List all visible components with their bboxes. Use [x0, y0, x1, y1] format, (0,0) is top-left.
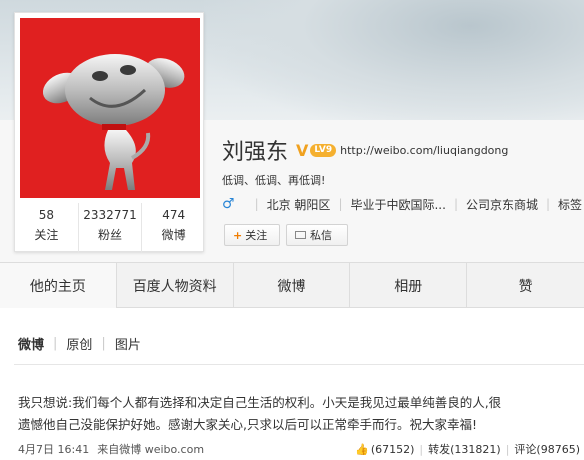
profile-name: 刘强东: [222, 140, 289, 165]
profile-tabs: 他的主页 百度人物资料 微博 相册 赞: [0, 262, 584, 309]
profile-card: 58 关注 2332771 粉丝 474 微博: [14, 12, 205, 253]
tags-label: 标签: [558, 197, 583, 212]
post-line: 我只想说:我们每个人都有选择和决定自己生活的权利。小天是我见过最单纯善良的人,很: [18, 395, 502, 410]
stat-posts[interactable]: 474 微博: [142, 203, 205, 253]
filter-images[interactable]: 图片: [115, 334, 141, 353]
stat-followers[interactable]: 2332771 粉丝: [79, 203, 143, 253]
profile-url-link[interactable]: http://weibo.com/liuqiangdong: [340, 144, 508, 157]
post-footer: 4月7日 16:41 来自微博 weibo.com 👍 (67152) | 转发…: [18, 441, 584, 457]
company-link[interactable]: 公司京东商城: [466, 196, 538, 213]
tab-weibo[interactable]: 微博: [234, 263, 351, 309]
profile-stats: 58 关注 2332771 粉丝 474 微博: [15, 203, 205, 253]
avatar[interactable]: [20, 18, 200, 198]
envelope-icon: [295, 231, 306, 239]
tab-home[interactable]: 他的主页: [0, 263, 117, 309]
cover-decoration: [204, 0, 584, 130]
stat-posts-label: 微博: [161, 228, 186, 242]
profile-meta: ♂ | 北京 朝阳区 | 毕业于中欧国际... | 公司京东商城 | 标签▼: [222, 196, 584, 212]
filter-original[interactable]: 原创: [66, 334, 92, 353]
follow-button[interactable]: + 关注: [224, 224, 280, 246]
filter-weibo[interactable]: 微博: [18, 334, 44, 353]
message-button[interactable]: 私信: [286, 224, 348, 246]
comment-link[interactable]: 评论(98765): [514, 441, 580, 457]
divider: |: [546, 197, 551, 211]
stat-following[interactable]: 58 关注: [15, 203, 79, 253]
feed: 微博 | 原创 | 图片 我只想说:我们每个人都有选择和决定自己生活的权利。小天…: [0, 308, 584, 460]
tab-album[interactable]: 相册: [350, 263, 468, 309]
post-line: 遗憾他自己没能保护好她。感谢大家关心,只求以后可以正常牵手而行。祝大家幸福!: [18, 417, 477, 432]
thumbs-up-icon[interactable]: 👍: [355, 443, 369, 456]
post-text: 我只想说:我们每个人都有选择和决定自己生活的权利。小天是我见过最单纯善良的人,很…: [18, 392, 584, 436]
tags-dropdown[interactable]: 标签▼: [558, 196, 584, 213]
follow-label: 关注: [245, 229, 268, 242]
post-time[interactable]: 4月7日 16:41: [18, 441, 89, 457]
profile-name-row: 刘强东 V LV9 http://weibo.com/liuqiangdong: [222, 136, 508, 165]
stat-following-label: 关注: [34, 228, 59, 242]
jd-dog-mascot-icon: [42, 54, 185, 190]
tab-baidu-profile[interactable]: 百度人物资料: [117, 263, 234, 309]
education-link[interactable]: 毕业于中欧国际...: [350, 196, 445, 213]
post-actions: 👍 (67152) | 转发(131821) | 评论(98765): [355, 441, 580, 457]
divider: |: [338, 197, 343, 211]
like-count[interactable]: (67152): [371, 443, 415, 456]
divider: [14, 364, 584, 365]
divider: |: [101, 336, 106, 351]
repost-link[interactable]: 转发(131821): [428, 441, 501, 457]
level-badge[interactable]: LV9: [310, 143, 337, 157]
divider: |: [53, 336, 58, 351]
profile-intro: 低调、低调、再低调!: [222, 174, 326, 187]
stat-following-count: 58: [38, 208, 54, 222]
location-link[interactable]: 北京 朝阳区: [267, 196, 331, 213]
stat-followers-count: 2332771: [83, 208, 137, 222]
stat-posts-count: 474: [162, 208, 186, 222]
divider: |: [453, 197, 458, 211]
tab-likes[interactable]: 赞: [467, 263, 584, 309]
stat-followers-label: 粉丝: [98, 228, 123, 242]
male-icon: ♂: [222, 196, 235, 212]
message-label: 私信: [310, 229, 332, 242]
divider: |: [254, 197, 259, 211]
verified-icon[interactable]: V: [296, 141, 308, 160]
divider: |: [505, 442, 510, 456]
post-source[interactable]: 来自微博 weibo.com: [97, 441, 204, 457]
divider: |: [419, 442, 424, 456]
feed-filter: 微博 | 原创 | 图片: [18, 334, 141, 353]
plus-icon: +: [233, 228, 243, 242]
